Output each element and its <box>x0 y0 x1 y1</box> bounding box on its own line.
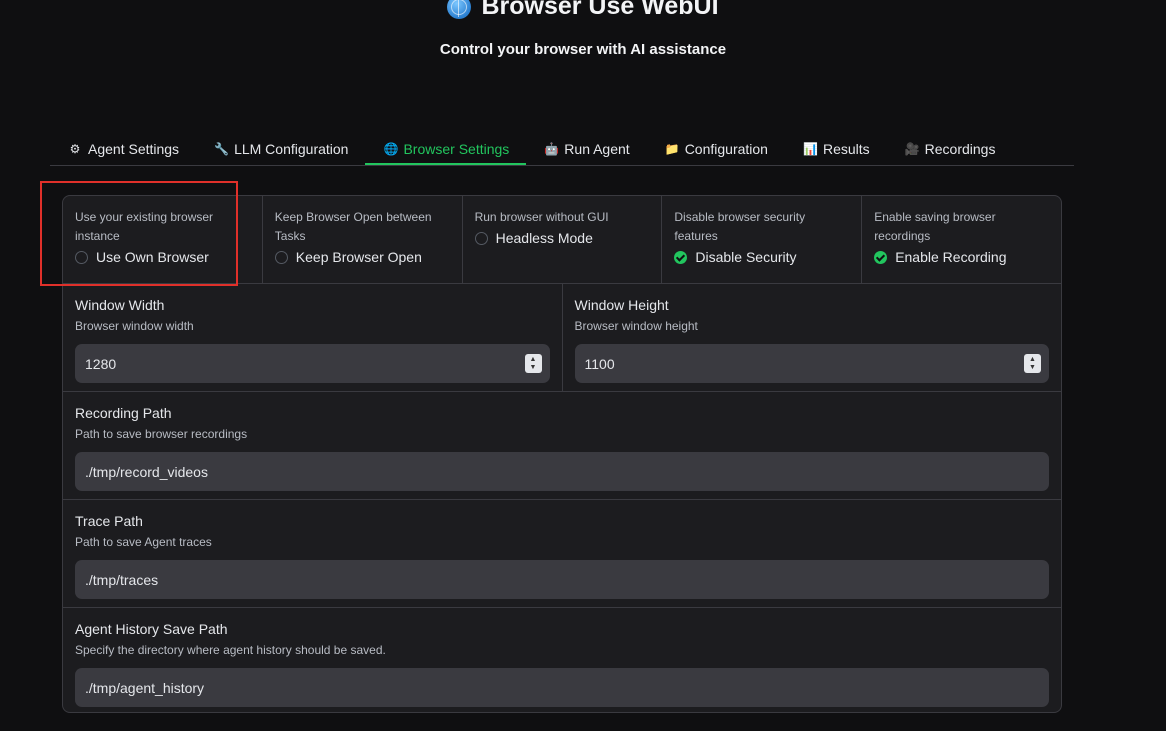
folder-icon: 📁 <box>664 142 680 156</box>
input-value: ./tmp/record_videos <box>85 463 208 480</box>
field-label: Recording Path <box>75 405 172 421</box>
field-info: Path to save Agent traces <box>75 535 212 549</box>
gear-icon: ⚙ <box>69 142 81 156</box>
trace-path-group: Trace Path Path to save Agent traces ./t… <box>63 500 1061 608</box>
recording-path-input[interactable]: ./tmp/record_videos <box>75 452 1049 491</box>
trace-path-input[interactable]: ./tmp/traces <box>75 560 1049 599</box>
keep-browser-open-checkbox[interactable]: Keep Browser Open <box>274 249 450 265</box>
tab-browser-settings[interactable]: 🌐 Browser Settings <box>365 134 527 165</box>
checkbox-label: Enable Recording <box>895 249 1007 265</box>
field-info: Path to save browser recordings <box>75 427 248 441</box>
checkbox-label: Disable Security <box>695 249 797 265</box>
window-size-row: Window Width Browser window width 1280 ▲… <box>63 284 1061 392</box>
globe-icon: 🌐 <box>383 141 399 156</box>
tab-label: Browser Settings <box>403 140 510 157</box>
window-height-group: Window Height Browser window height 1100… <box>563 284 1062 391</box>
tab-label: Recordings <box>924 141 996 157</box>
field-label: Trace Path <box>75 513 143 529</box>
tab-configuration[interactable]: 📁 Configuration <box>647 134 785 164</box>
number-stepper[interactable]: ▲ ▼ <box>1024 354 1041 373</box>
enable-recording-group: Enable saving browser recordings Enable … <box>862 196 1061 283</box>
checkbox-indicator[interactable] <box>274 250 288 264</box>
camera-icon: 🎥 <box>904 142 920 156</box>
headless-mode-checkbox[interactable]: Headless Mode <box>474 230 650 246</box>
tab-label: Results <box>822 141 870 157</box>
field-label: Window Height <box>574 297 669 313</box>
checkbox-row: Use your existing browser instance Use O… <box>63 196 1061 284</box>
enable-recording-checkbox[interactable]: Enable Recording <box>874 249 1049 265</box>
recording-path-group: Recording Path Path to save browser reco… <box>63 392 1061 500</box>
tab-results[interactable]: 📊 Results <box>785 134 887 164</box>
tab-recordings[interactable]: 🎥 Recordings <box>887 134 1013 164</box>
page-subtitle: Control your browser with AI assistance <box>439 41 727 58</box>
chevron-down-icon[interactable]: ▼ <box>1029 364 1036 372</box>
field-label: Agent History Save Path <box>75 621 228 637</box>
window-width-group: Window Width Browser window width 1280 ▲… <box>63 284 563 391</box>
headless-mode-group: Run browser without GUI Headless Mode <box>463 196 663 283</box>
robot-icon: 🤖 <box>544 142 560 156</box>
wrench-icon: 🔧 <box>214 142 230 156</box>
window-width-input[interactable]: 1280 ▲ ▼ <box>75 344 550 383</box>
use-own-browser-group: Use your existing browser instance Use O… <box>63 196 263 283</box>
page: Browser Use WebUI Control your browser w… <box>0 0 1166 731</box>
checkbox-label: Keep Browser Open <box>295 249 422 265</box>
input-value: ./tmp/traces <box>85 571 159 588</box>
input-value: ./tmp/agent_history <box>85 679 205 696</box>
keep-browser-open-group: Keep Browser Open between Tasks Keep Bro… <box>263 196 463 283</box>
tab-agent-settings[interactable]: ⚙ Agent Settings <box>50 134 196 164</box>
page-title: Browser Use WebUI <box>481 0 719 20</box>
header: Browser Use WebUI <box>0 0 1166 21</box>
browser-settings-panel: Use your existing browser instance Use O… <box>62 195 1062 713</box>
tab-label: LLM Configuration <box>234 141 349 157</box>
number-stepper[interactable]: ▲ ▼ <box>524 354 542 373</box>
checkbox-indicator[interactable] <box>75 250 88 264</box>
tab-label: Agent Settings <box>88 141 180 157</box>
checkbox-indicator[interactable] <box>474 231 488 245</box>
checkmark-icon[interactable] <box>674 250 688 264</box>
field-label: Window Width <box>75 297 165 313</box>
checkbox-label: Headless Mode <box>495 230 593 246</box>
tab-label: Configuration <box>684 141 768 157</box>
checkmark-icon[interactable] <box>874 250 888 264</box>
tab-label: Run Agent <box>564 141 630 157</box>
disable-security-checkbox[interactable]: Disable Security <box>674 249 849 265</box>
tab-run-agent[interactable]: 🤖 Run Agent <box>526 134 646 164</box>
checkbox-info: Keep Browser Open between Tasks <box>274 210 432 243</box>
chevron-up-icon[interactable]: ▲ <box>1029 356 1036 364</box>
chart-icon: 📊 <box>802 142 818 156</box>
checkbox-label: Use Own Browser <box>96 249 209 265</box>
field-info: Browser window height <box>574 319 698 333</box>
field-info: Browser window width <box>75 319 194 333</box>
window-height-input[interactable]: 1100 ▲ ▼ <box>574 344 1049 383</box>
field-info: Specify the directory where agent histor… <box>75 643 386 657</box>
globe-icon <box>447 0 472 19</box>
tab-bar: ⚙ Agent Settings 🔧 LLM Configuration 🌐 B… <box>50 134 1074 166</box>
input-value: 1280 <box>85 355 117 372</box>
disable-security-group: Disable browser security features Disabl… <box>662 196 863 283</box>
checkbox-info: Run browser without GUI <box>474 210 609 224</box>
chevron-up-icon[interactable]: ▲ <box>530 356 537 364</box>
checkbox-info: Enable saving browser recordings <box>874 210 996 243</box>
agent-history-path-input[interactable]: ./tmp/agent_history <box>75 668 1049 707</box>
use-own-browser-checkbox[interactable]: Use Own Browser <box>75 249 250 265</box>
chevron-down-icon[interactable]: ▼ <box>530 364 537 372</box>
checkbox-info: Disable browser security features <box>674 210 806 243</box>
tab-llm-configuration[interactable]: 🔧 LLM Configuration <box>196 134 365 164</box>
checkbox-info: Use your existing browser instance <box>75 210 214 243</box>
input-value: 1100 <box>584 355 615 372</box>
agent-history-path-group: Agent History Save Path Specify the dire… <box>63 608 1061 712</box>
